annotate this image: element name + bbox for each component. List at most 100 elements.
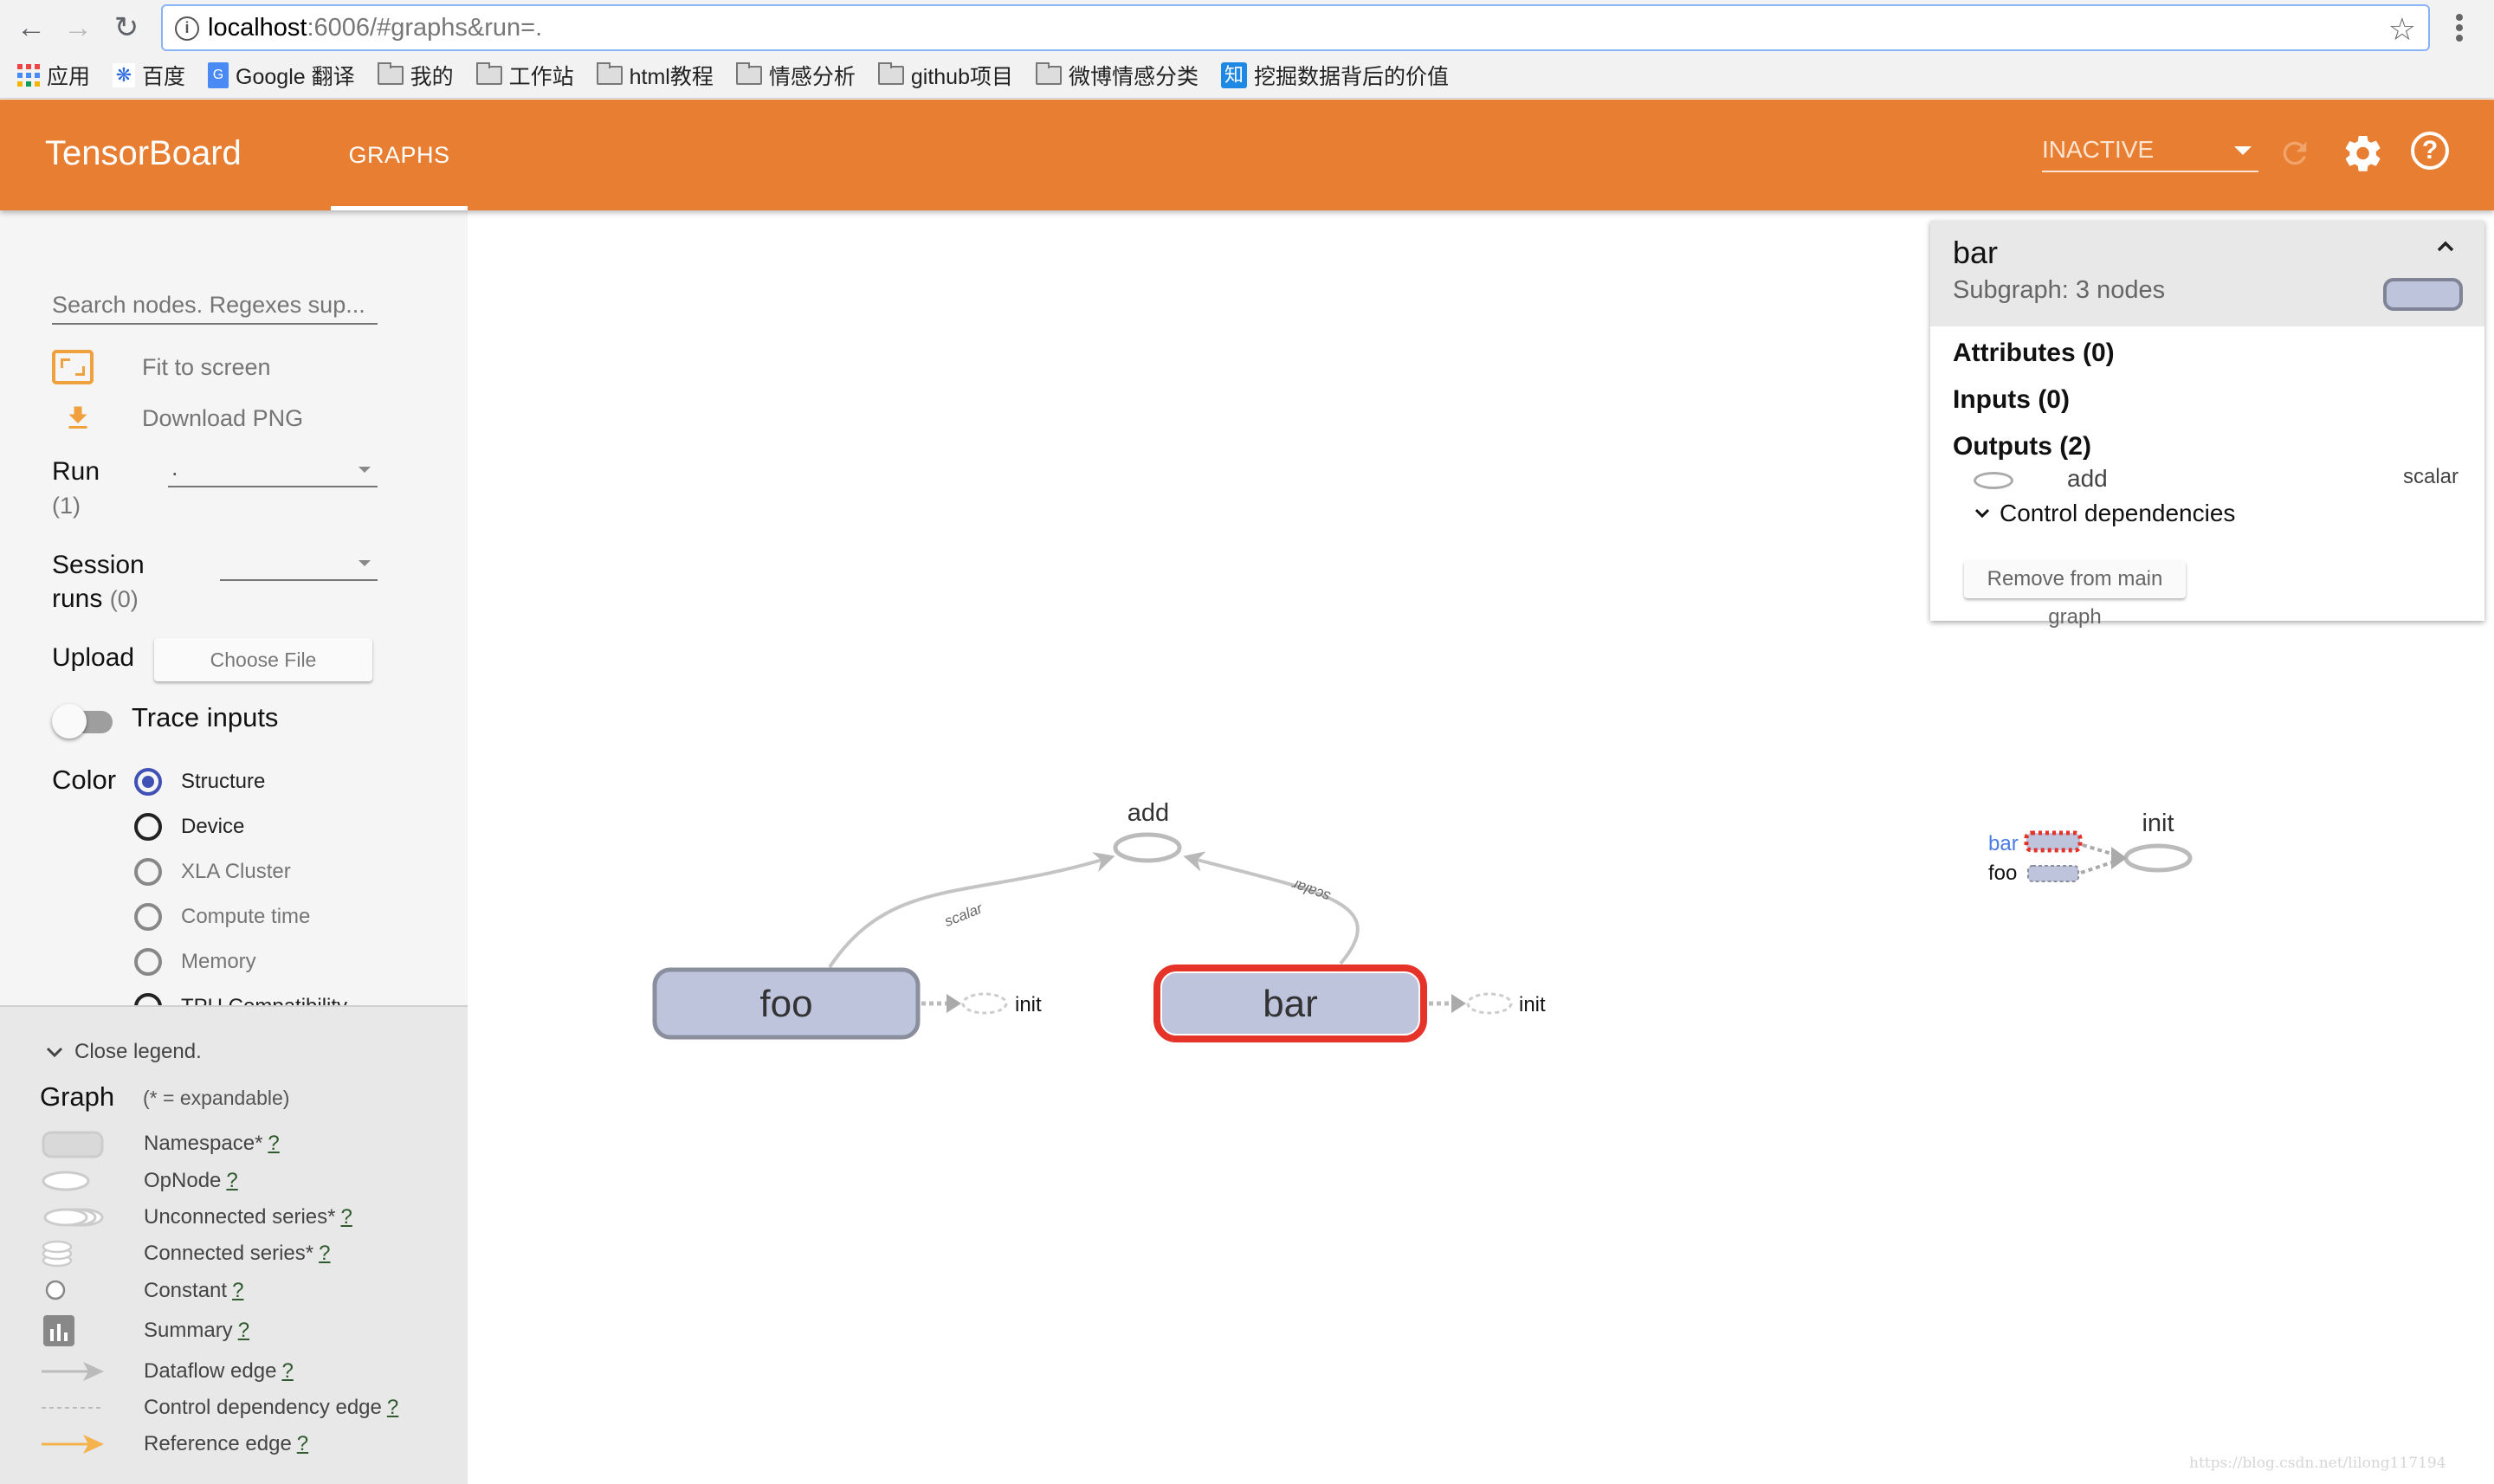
- fit-to-screen-button[interactable]: Fit to screen: [52, 345, 271, 389]
- legend-item-dataflow-edge: Dataflow edge?: [40, 1356, 456, 1387]
- legend-help-link[interactable]: ?: [387, 1396, 398, 1419]
- bookmark-folder[interactable]: 微博情感分类: [1036, 60, 1199, 91]
- node-add[interactable]: [1113, 832, 1182, 863]
- legend-item-reference-edge: Reference edge?: [40, 1429, 456, 1460]
- watermark: https://blog.csdn.net/lilong117194: [2189, 1455, 2446, 1472]
- legend-help-link[interactable]: ?: [319, 1242, 330, 1265]
- bookmark-apps[interactable]: 应用: [17, 60, 90, 91]
- help-icon[interactable]: ?: [2411, 132, 2449, 170]
- session-runs-dropdown[interactable]: [220, 548, 378, 581]
- legend-label: Dataflow edge: [144, 1359, 277, 1383]
- legend-subtitle: (* = expandable): [143, 1087, 290, 1109]
- bookmark-folder[interactable]: 情感分析: [735, 60, 856, 91]
- legend-help-link[interactable]: ?: [226, 1169, 237, 1192]
- info-card-header: bar Subgraph: 3 nodes: [1930, 221, 2484, 326]
- legend-label: OpNode: [144, 1169, 222, 1192]
- node-init-bar[interactable]: [1466, 992, 1513, 1015]
- browser-menu-icon[interactable]: [2454, 12, 2465, 47]
- color-option-tpu-compatibility[interactable]: TPU Compatibility: [134, 991, 347, 1005]
- back-button[interactable]: ←: [14, 10, 48, 45]
- output-item[interactable]: add scalar: [1974, 465, 2458, 494]
- color-option-device[interactable]: Device: [134, 811, 244, 842]
- legend-item-connected-series: Connected series*?: [40, 1238, 456, 1269]
- url-text[interactable]: localhost:6006/#graphs&run=.: [208, 14, 542, 42]
- inputs-heading[interactable]: Inputs (0): [1953, 385, 2070, 415]
- radio-label: TPU Compatibility: [181, 995, 347, 1005]
- summary-icon: [43, 1315, 74, 1346]
- folder-icon: [877, 62, 904, 85]
- choose-file-button[interactable]: Choose File: [154, 638, 372, 681]
- node-label-foo: foo: [759, 983, 812, 1025]
- color-option-structure[interactable]: Structure: [134, 766, 265, 797]
- bookmark-folder[interactable]: github项目: [877, 60, 1013, 91]
- dropdown-arrow-icon: [359, 467, 371, 473]
- aux-node-foo[interactable]: [2027, 865, 2079, 882]
- control-edge-arrow-icon: [1451, 994, 1466, 1013]
- trace-inputs-toggle[interactable]: [52, 702, 116, 740]
- legend-help-link[interactable]: ?: [232, 1279, 243, 1302]
- bookmark-star-icon[interactable]: ☆: [2388, 11, 2416, 48]
- aux-label-bar: bar: [1988, 832, 2019, 855]
- bookmark-zhihu[interactable]: 知 挖掘数据背后的价值: [1221, 60, 1449, 91]
- bookmark-label: 情感分析: [768, 65, 856, 89]
- legend-help-link[interactable]: ?: [268, 1132, 279, 1155]
- legend-label: Unconnected series*: [144, 1205, 336, 1229]
- legend-label: Constant: [144, 1279, 228, 1302]
- namespace-swatch-icon: [2383, 278, 2463, 311]
- control-dependencies-toggle[interactable]: Control dependencies: [1974, 500, 2235, 527]
- node-info-card: bar Subgraph: 3 nodes Attributes (0) Inp…: [1930, 221, 2484, 629]
- bookmark-label: 百度: [142, 65, 186, 89]
- download-png-button[interactable]: Download PNG: [52, 397, 303, 440]
- color-option-memory[interactable]: Memory: [134, 946, 256, 978]
- trace-inputs-label: Trace inputs: [132, 702, 279, 732]
- edge-label-bar-add: scalar: [1289, 876, 1332, 906]
- constant-icon: [45, 1280, 66, 1300]
- bookmark-folder[interactable]: 我的: [377, 60, 454, 91]
- address-bar[interactable]: i localhost:6006/#graphs&run=. ☆: [161, 4, 2430, 51]
- search-nodes-input[interactable]: Search nodes. Regexes sup...: [52, 288, 378, 325]
- legend-help-link[interactable]: ?: [340, 1205, 352, 1229]
- legend-item-opnode: OpNode?: [40, 1165, 456, 1197]
- session-runs-count: (0): [109, 586, 139, 612]
- close-legend-button[interactable]: Close legend.: [45, 1040, 202, 1064]
- info-icon[interactable]: i: [175, 16, 199, 41]
- bookmark-folder[interactable]: html教程: [596, 60, 714, 91]
- color-option-compute-time[interactable]: Compute time: [134, 901, 310, 932]
- legend-item-unconnected-series: Unconnected series*?: [40, 1202, 456, 1233]
- opnode-icon: [1974, 472, 2013, 489]
- control-dependencies-label: Control dependencies: [2000, 500, 2236, 526]
- chevron-up-icon[interactable]: [2433, 236, 2458, 257]
- node-init-foo[interactable]: [961, 992, 1008, 1015]
- radio-icon: [134, 993, 162, 1005]
- reload-button[interactable]: ↻: [109, 10, 144, 45]
- settings-gear-icon[interactable]: [2342, 132, 2384, 174]
- toggle-knob: [52, 704, 87, 739]
- radio-label: Memory: [181, 950, 256, 973]
- legend-help-link[interactable]: ?: [297, 1432, 308, 1455]
- forward-button[interactable]: →: [61, 10, 95, 45]
- folder-icon: [377, 62, 404, 85]
- run-selector[interactable]: INACTIVE: [2042, 134, 2258, 172]
- radio-label: Structure: [181, 770, 266, 793]
- bookmark-folder[interactable]: 工作站: [475, 60, 574, 91]
- upload-label: Upload: [52, 643, 135, 672]
- aux-edge-arrow-icon: [2111, 847, 2127, 869]
- tab-graphs[interactable]: GRAPHS: [331, 100, 468, 210]
- bookmark-baidu[interactable]: ❋ 百度: [113, 60, 185, 91]
- legend-help-link[interactable]: ?: [238, 1319, 249, 1342]
- run-dropdown[interactable]: .: [168, 455, 378, 487]
- attributes-heading[interactable]: Attributes (0): [1953, 339, 2115, 368]
- node-label-bar: bar: [1263, 983, 1318, 1025]
- outputs-heading[interactable]: Outputs (2): [1953, 432, 2091, 461]
- bookmark-google-translate[interactable]: G Google 翻译: [208, 60, 355, 91]
- remove-from-main-graph-button[interactable]: Remove from main graph: [1964, 560, 2186, 629]
- legend-help-link[interactable]: ?: [281, 1359, 293, 1383]
- aux-node-bar[interactable]: [2024, 830, 2083, 853]
- reload-icon[interactable]: [2278, 136, 2312, 171]
- browser-chrome: ← → ↻ i localhost:6006/#graphs&run=. ☆ 应…: [0, 0, 2494, 99]
- edge-bar-to-add[interactable]: [1183, 851, 1360, 965]
- color-option-xla-cluster[interactable]: XLA Cluster: [134, 856, 291, 887]
- legend-title: Graph: [40, 1081, 115, 1112]
- bookmark-label: 挖掘数据背后的价值: [1254, 65, 1450, 89]
- aux-node-init[interactable]: [2123, 843, 2193, 873]
